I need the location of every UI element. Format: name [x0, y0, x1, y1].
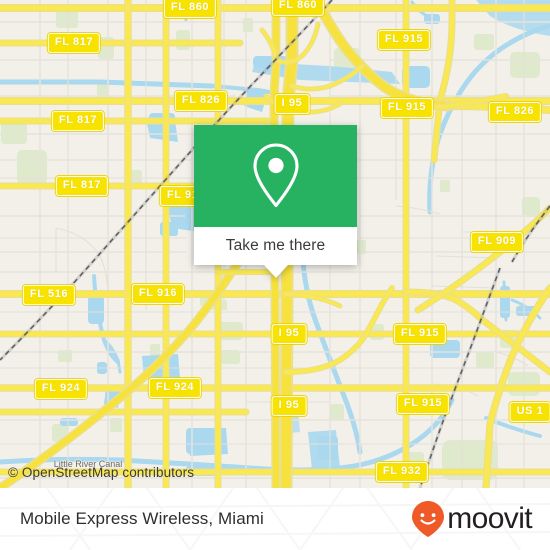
map-pin-icon	[252, 143, 299, 208]
moovit-pin-icon	[412, 501, 445, 537]
road-shield: FL 909	[470, 232, 524, 252]
road-shield: FL 924	[34, 379, 88, 399]
road-shield: I 95	[271, 324, 307, 344]
location-popup[interactable]: Take me there	[194, 125, 357, 278]
popup-action-bar[interactable]: Take me there	[194, 227, 357, 265]
road-shield: FL 860	[163, 0, 217, 18]
road-shield: I 95	[274, 94, 310, 114]
take-me-there-label: Take me there	[225, 237, 326, 254]
road-shield: FL 915	[396, 394, 450, 414]
road-shield: FL 516	[22, 285, 76, 305]
road-shield: FL 916	[131, 284, 185, 304]
road-shield: FL 915	[393, 324, 447, 344]
moovit-wordmark: moovit	[447, 502, 532, 535]
moovit-brand[interactable]: moovit	[411, 500, 533, 538]
popup-header	[194, 125, 357, 227]
road-shield: FL 817	[55, 176, 109, 196]
road-shield: FL 817	[47, 33, 101, 53]
road-shield: FL 924	[148, 378, 202, 398]
map-canvas[interactable]: .land { fill:#f3f0ea; } .park { fill:#df…	[0, 0, 550, 488]
road-shield: I 95	[271, 396, 307, 416]
road-shield: FL 932	[375, 462, 429, 482]
osm-attribution[interactable]: © OpenStreetMap contributors	[8, 465, 194, 480]
road-shield: FL 860	[271, 0, 325, 16]
place-title: Mobile Express Wireless, Miami	[20, 509, 264, 528]
road-shield: US 1	[509, 402, 550, 422]
road-shield: FL 915	[380, 98, 434, 118]
footer-bar: Mobile Express Wireless, Miami moovit	[0, 488, 550, 550]
road-shield: FL 915	[377, 30, 431, 50]
map-screenshot: .land { fill:#f3f0ea; } .park { fill:#df…	[0, 0, 550, 550]
road-shield: FL 826	[174, 91, 228, 111]
road-shield: FL 826	[488, 102, 542, 122]
popup-tail-pointer	[263, 265, 288, 278]
road-shield: FL 817	[51, 111, 105, 131]
